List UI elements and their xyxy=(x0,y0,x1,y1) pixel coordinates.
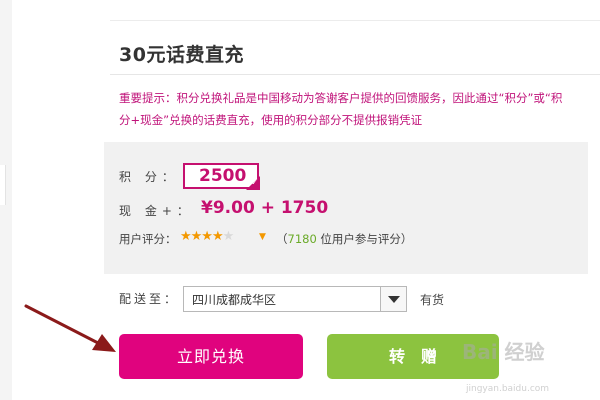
baidu-watermark: Bai 经验 xyxy=(462,340,545,364)
baidu-watermark-url: jingyan.baidu.com xyxy=(466,384,550,394)
